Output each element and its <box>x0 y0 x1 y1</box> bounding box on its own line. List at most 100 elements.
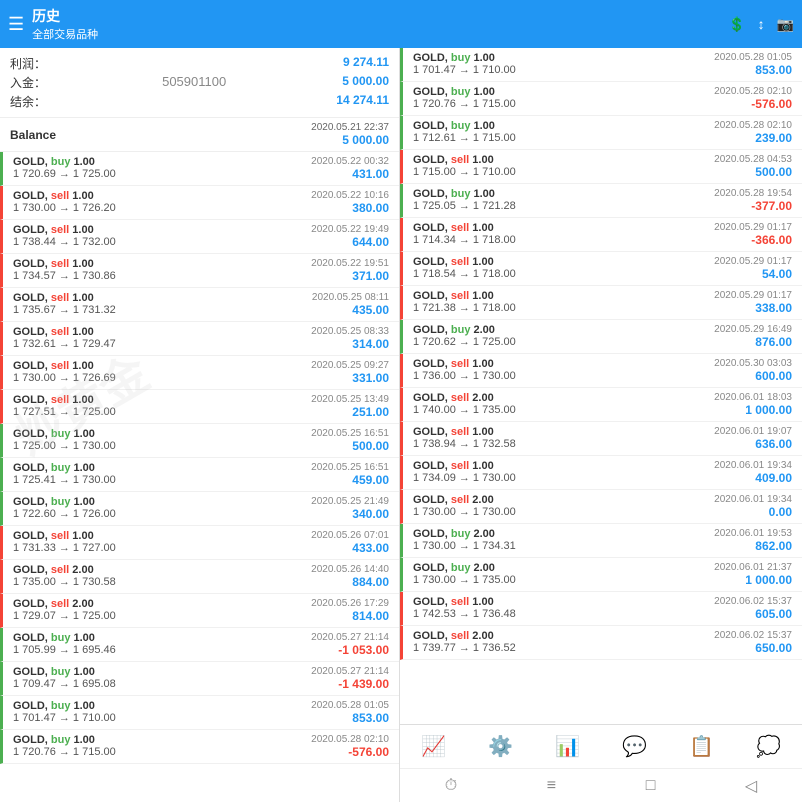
trade-date: 2020.06.01 18:03 <box>714 392 792 403</box>
trade-item[interactable]: GOLD, sell 1.00 1 742.53 → 1 736.48 2020… <box>400 592 802 626</box>
trade-left: GOLD, sell 1.00 1 718.54 → 1 718.00 <box>413 256 516 280</box>
trade-left: GOLD, sell 1.00 1 736.00 → 1 730.00 <box>413 358 516 382</box>
trade-profit: 433.00 <box>311 541 389 555</box>
trade-item[interactable]: GOLD, sell 1.00 1 727.51 → 1 725.00 2020… <box>0 390 399 424</box>
trade-right: 2020.05.26 14:40 884.00 <box>311 564 389 589</box>
trade-item[interactable]: GOLD, sell 1.00 1 730.00 → 1 726.20 2020… <box>0 186 399 220</box>
menu-icon[interactable]: ☰ <box>8 14 24 35</box>
nav-analytics-icon[interactable]: 📊 <box>555 734 580 759</box>
trade-item[interactable]: GOLD, sell 1.00 1 736.00 → 1 730.00 2020… <box>400 354 802 388</box>
trade-item[interactable]: GOLD, sell 1.00 1 734.57 → 1 730.86 2020… <box>0 254 399 288</box>
trade-item[interactable]: GOLD, buy 1.00 1 709.47 → 1 695.08 2020.… <box>0 662 399 696</box>
trade-left: GOLD, buy 1.00 1 720.69 → 1 725.00 <box>13 156 116 180</box>
trade-prices: 1 712.61 → 1 715.00 <box>413 132 516 144</box>
trade-type: GOLD, buy 1.00 <box>13 428 116 440</box>
trade-item[interactable]: GOLD, sell 1.00 1 721.38 → 1 718.00 2020… <box>400 286 802 320</box>
trade-item[interactable]: GOLD, buy 2.00 1 730.00 → 1 735.00 2020.… <box>400 558 802 592</box>
trade-item[interactable]: GOLD, sell 1.00 1 714.34 → 1 718.00 2020… <box>400 218 802 252</box>
dollar-icon[interactable]: 💲 <box>728 16 745 33</box>
trade-right: 2020.05.25 13:49 251.00 <box>311 394 389 419</box>
trade-profit: 636.00 <box>714 437 792 451</box>
trade-item[interactable]: GOLD, sell 1.00 1 732.61 → 1 729.47 2020… <box>0 322 399 356</box>
trade-item[interactable]: GOLD, sell 2.00 1 739.77 → 1 736.52 2020… <box>400 626 802 660</box>
trade-right: 2020.06.01 19:07 636.00 <box>714 426 792 451</box>
trade-item[interactable]: GOLD, buy 1.00 1 720.69 → 1 725.00 2020.… <box>0 152 399 186</box>
balance-row: 结余： 14 274.11 <box>10 92 389 111</box>
balance-entry-label: Balance <box>10 128 56 142</box>
trade-item[interactable]: GOLD, sell 1.00 1 715.00 → 1 710.00 2020… <box>400 150 802 184</box>
trade-date: 2020.05.27 21:14 <box>311 666 389 677</box>
trade-prices: 1 739.77 → 1 736.52 <box>413 642 516 654</box>
trade-item[interactable]: GOLD, buy 1.00 1 722.60 → 1 726.00 2020.… <box>0 492 399 526</box>
summary-section: 利润： 9 274.11 入金： 505901100 5 000.00 结余： … <box>0 48 399 118</box>
trade-prices: 1 730.00 → 1 726.69 <box>13 372 116 384</box>
trade-prices: 1 730.00 → 1 726.20 <box>13 202 116 214</box>
balance-value: 14 274.11 <box>336 93 389 110</box>
trade-date: 2020.05.28 02:10 <box>714 120 792 131</box>
trade-prices: 1 738.44 → 1 732.00 <box>13 236 116 248</box>
trade-date: 2020.06.02 15:37 <box>714 596 792 607</box>
trade-prices: 1 725.41 → 1 730.00 <box>13 474 116 486</box>
trade-left: GOLD, buy 1.00 1 705.99 → 1 695.46 <box>13 632 116 656</box>
trade-left: GOLD, buy 1.00 1 701.47 → 1 710.00 <box>13 700 116 724</box>
header-title: 历史 <box>32 6 720 26</box>
trade-prices: 1 720.69 → 1 725.00 <box>13 168 116 180</box>
trade-item[interactable]: GOLD, buy 2.00 1 720.62 → 1 725.00 2020.… <box>400 320 802 354</box>
trade-item[interactable]: GOLD, buy 1.00 1 725.05 → 1 721.28 2020.… <box>400 184 802 218</box>
trade-item[interactable]: GOLD, buy 1.00 1 701.47 → 1 710.00 2020.… <box>0 696 399 730</box>
trade-item[interactable]: GOLD, sell 2.00 1 730.00 → 1 730.00 2020… <box>400 490 802 524</box>
nav-chat-icon[interactable]: 💭 <box>756 734 781 759</box>
nav-chart-icon[interactable]: 📈 <box>421 734 446 759</box>
nav-news-icon[interactable]: 📋 <box>689 734 714 759</box>
sub-nav-window-icon[interactable]: □ <box>646 777 656 795</box>
sub-nav-back-icon[interactable]: ◁ <box>745 776 757 796</box>
trade-prices: 1 730.00 → 1 734.31 <box>413 540 516 552</box>
trade-item[interactable]: GOLD, buy 2.00 1 730.00 → 1 734.31 2020.… <box>400 524 802 558</box>
trade-prices: 1 714.34 → 1 718.00 <box>413 234 516 246</box>
trade-item[interactable]: GOLD, buy 1.00 1 725.41 → 1 730.00 2020.… <box>0 458 399 492</box>
trade-date: 2020.05.25 08:11 <box>312 292 389 303</box>
trade-profit: 876.00 <box>714 335 792 349</box>
trade-item[interactable]: GOLD, buy 1.00 1 712.61 → 1 715.00 2020.… <box>400 116 802 150</box>
trade-profit: 600.00 <box>714 369 792 383</box>
left-trade-list[interactable]: GOLD, buy 1.00 1 720.69 → 1 725.00 2020.… <box>0 152 399 802</box>
sub-nav: ⏱ ≡ □ ◁ <box>400 768 802 802</box>
trade-date: 2020.05.22 19:51 <box>311 258 389 269</box>
trade-profit: 380.00 <box>311 201 389 215</box>
trade-item[interactable]: GOLD, sell 1.00 1 738.44 → 1 732.00 2020… <box>0 220 399 254</box>
trade-item[interactable]: GOLD, buy 1.00 1 720.76 → 1 715.00 2020.… <box>400 82 802 116</box>
trade-date: 2020.05.28 02:10 <box>311 734 389 745</box>
trade-prices: 1 736.00 → 1 730.00 <box>413 370 516 382</box>
trade-item[interactable]: GOLD, sell 1.00 1 731.33 → 1 727.00 2020… <box>0 526 399 560</box>
header: ☰ 历史 全部交易品种 💲 ↕ 📷 <box>0 0 802 48</box>
trade-left: GOLD, sell 1.00 1 734.09 → 1 730.00 <box>413 460 516 484</box>
trade-item[interactable]: GOLD, buy 1.00 1 725.00 → 1 730.00 2020.… <box>0 424 399 458</box>
trade-item[interactable]: GOLD, sell 1.00 1 734.09 → 1 730.00 2020… <box>400 456 802 490</box>
trade-date: 2020.05.28 01:05 <box>311 700 389 711</box>
trade-prices: 1 701.47 → 1 710.00 <box>413 64 516 76</box>
sort-icon[interactable]: ↕ <box>758 16 765 32</box>
trade-date: 2020.06.01 19:07 <box>714 426 792 437</box>
trade-item[interactable]: GOLD, sell 2.00 1 740.00 → 1 735.00 2020… <box>400 388 802 422</box>
trade-item[interactable]: GOLD, sell 2.00 1 735.00 → 1 730.58 2020… <box>0 560 399 594</box>
trade-right: 2020.06.01 21:37 1 000.00 <box>714 562 792 587</box>
right-trade-list[interactable]: GOLD, buy 1.00 1 701.47 → 1 710.00 2020.… <box>400 48 802 724</box>
trade-item[interactable]: GOLD, sell 1.00 1 718.54 → 1 718.00 2020… <box>400 252 802 286</box>
trade-item[interactable]: GOLD, buy 1.00 1 701.47 → 1 710.00 2020.… <box>400 48 802 82</box>
sub-nav-history-icon[interactable]: ⏱ <box>445 777 457 795</box>
app-container: 炒黄金 ☰ 历史 全部交易品种 💲 ↕ 📷 利润： 9 274.11 入金： <box>0 0 802 802</box>
trade-item[interactable]: GOLD, sell 1.00 1 735.67 → 1 731.32 2020… <box>0 288 399 322</box>
trade-item[interactable]: GOLD, buy 1.00 1 705.99 → 1 695.46 2020.… <box>0 628 399 662</box>
trade-right: 2020.05.25 09:27 331.00 <box>311 360 389 385</box>
nav-message-icon[interactable]: 💬 <box>622 734 647 759</box>
nav-settings-icon[interactable]: ⚙️ <box>488 734 513 759</box>
trade-type: GOLD, buy 1.00 <box>13 666 116 678</box>
trade-item[interactable]: GOLD, sell 2.00 1 729.07 → 1 725.00 2020… <box>0 594 399 628</box>
trade-type: GOLD, buy 1.00 <box>413 188 516 200</box>
trade-item[interactable]: GOLD, sell 1.00 1 730.00 → 1 726.69 2020… <box>0 356 399 390</box>
camera-icon[interactable]: 📷 <box>777 16 794 33</box>
trade-prices: 1 732.61 → 1 729.47 <box>13 338 116 350</box>
sub-nav-menu-icon[interactable]: ≡ <box>547 777 556 795</box>
trade-item[interactable]: GOLD, buy 1.00 1 720.76 → 1 715.00 2020.… <box>0 730 399 764</box>
trade-item[interactable]: GOLD, sell 1.00 1 738.94 → 1 732.58 2020… <box>400 422 802 456</box>
